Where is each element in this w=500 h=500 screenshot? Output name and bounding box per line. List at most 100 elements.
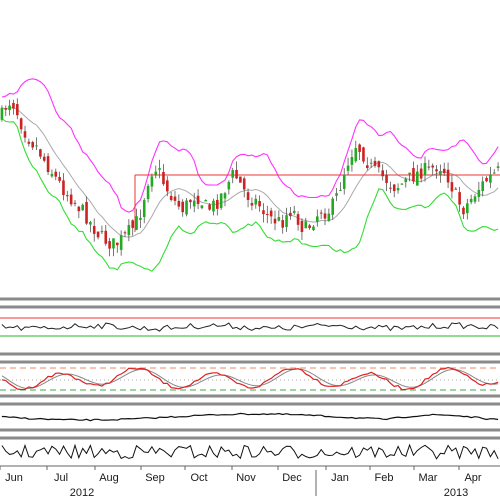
candle-body [235,169,238,179]
candle-body [154,171,158,175]
candle-body [12,102,15,109]
x-tick-label-month: Aug [99,472,119,484]
candle-body [189,199,192,203]
candle-body [285,215,288,228]
candle-body [346,165,350,171]
candle-body [423,162,427,176]
candle-body [446,169,450,183]
candle-body [366,165,369,168]
candle-body [477,189,481,197]
candle-body [427,166,431,168]
oscillator-3-line [1,412,499,422]
candle-body [219,193,223,208]
candle-body [146,185,150,200]
candle-body [277,217,281,221]
candle-body [27,141,31,144]
candle-body [66,195,69,197]
candle-body [442,168,446,174]
candle-body [200,205,204,209]
main-price-panel [0,78,500,272]
x-tick-label-month: Mar [419,472,438,484]
candle-body [39,149,42,157]
candle-body [135,216,138,230]
indicator-panel-3 [1,412,499,422]
candle-body [404,178,408,183]
candle-body [258,201,261,207]
candle-body [412,168,415,182]
candle-body [131,220,134,228]
candle-body [104,230,108,244]
chart-root: Jun Jul Aug Sep Oct Nov Dec Jan Feb Mar Apr 2012 201… [0,0,500,500]
candle-body [439,170,442,175]
candle-body [73,202,77,204]
candle-body [262,210,265,215]
candle-body [373,160,377,166]
candle-body [304,221,308,229]
candle-body [269,210,273,217]
candle-body [339,189,342,191]
candle-body [316,216,319,222]
x-tick-label-year: 2013 [444,487,468,499]
x-tick-label-month: Apr [464,472,481,484]
candle-body [327,213,331,221]
stock-chart: Jun Jul Aug Sep Oct Nov Dec Jan Feb Mar Apr 2012 201… [0,78,500,499]
candle-body [400,183,404,185]
candle-body [254,198,258,205]
candle-body [166,180,169,192]
candle-body [308,225,311,229]
candle-body [62,180,65,196]
candle-body [4,108,8,110]
x-tick-label-month: Sep [145,472,165,484]
candle-body [358,144,361,152]
candle-body [85,201,88,224]
candle-body [204,200,208,202]
candle-body [96,231,100,238]
candle-body [392,184,396,192]
candle-body [335,193,338,196]
candle-body [77,206,81,212]
oscillator-2-line [1,366,499,391]
candle-body [23,131,27,138]
indicator-panel-4 [1,443,499,460]
candle-body [162,171,165,185]
candle-body [46,156,50,173]
x-tick-label-month: Jul [54,472,68,484]
candle-body [116,242,119,246]
candle-body [242,178,246,190]
candle-body [250,203,254,206]
candle-body [419,168,423,179]
candle-body [389,187,392,189]
candle-body [231,170,234,178]
candle-body [246,192,250,201]
candle-body [496,166,500,169]
candle-body [185,200,188,215]
candle-body [354,148,358,162]
x-tick-label-month: Feb [375,472,394,484]
candle-body [196,195,200,205]
candle-body [312,226,315,231]
candle-body [208,204,211,210]
candle-body [181,201,184,213]
candle-body [273,218,277,224]
candle-body [385,175,388,183]
candle-body [81,204,84,211]
x-axis: Jun Jul Aug Sep Oct Nov Dec Jan Feb Mar Apr 2012 201… [0,465,500,499]
candle-body [54,171,58,177]
x-tick-label-year: 2012 [70,487,94,499]
panel-separator [0,360,500,364]
candle-body [158,168,161,170]
candle-body [123,232,127,234]
candle-body [281,220,284,228]
x-tick-label-month: Jun [5,472,23,484]
candle-body [350,157,354,165]
candle-body [58,176,61,181]
candle-body [266,214,269,216]
candle-body [369,162,373,164]
candle-body [69,194,73,205]
candle-body [0,107,4,120]
candle-body [377,161,381,168]
candle-body [435,169,438,172]
candle-body [112,238,115,249]
candle-body [212,200,215,212]
candle-body [216,199,219,209]
